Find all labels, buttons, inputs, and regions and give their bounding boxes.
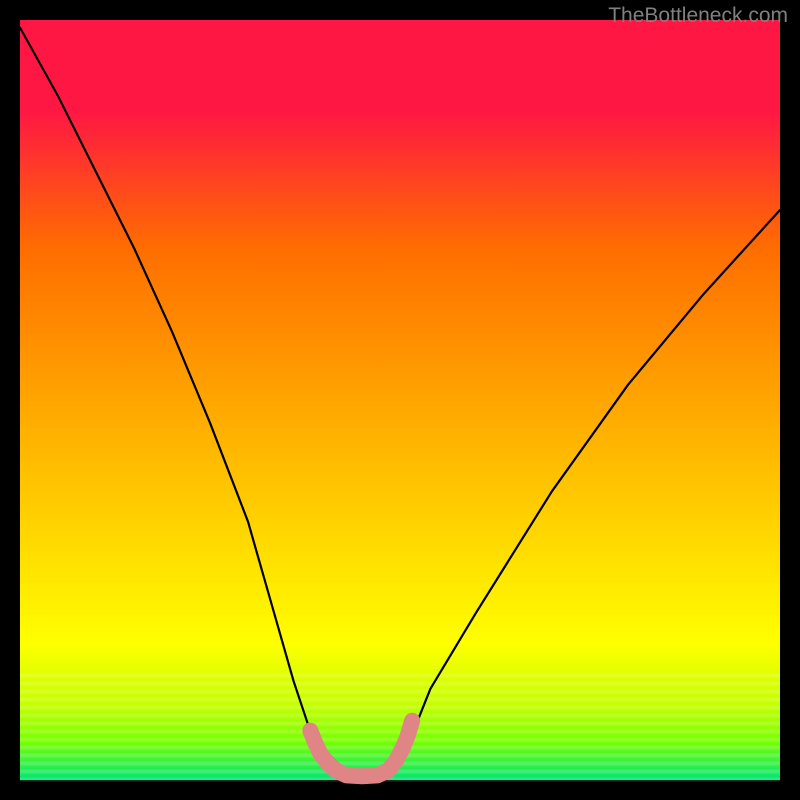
chart-svg <box>0 0 800 800</box>
chart-container: TheBottleneck.com <box>0 0 800 800</box>
watermark-text: TheBottleneck.com <box>608 4 788 28</box>
